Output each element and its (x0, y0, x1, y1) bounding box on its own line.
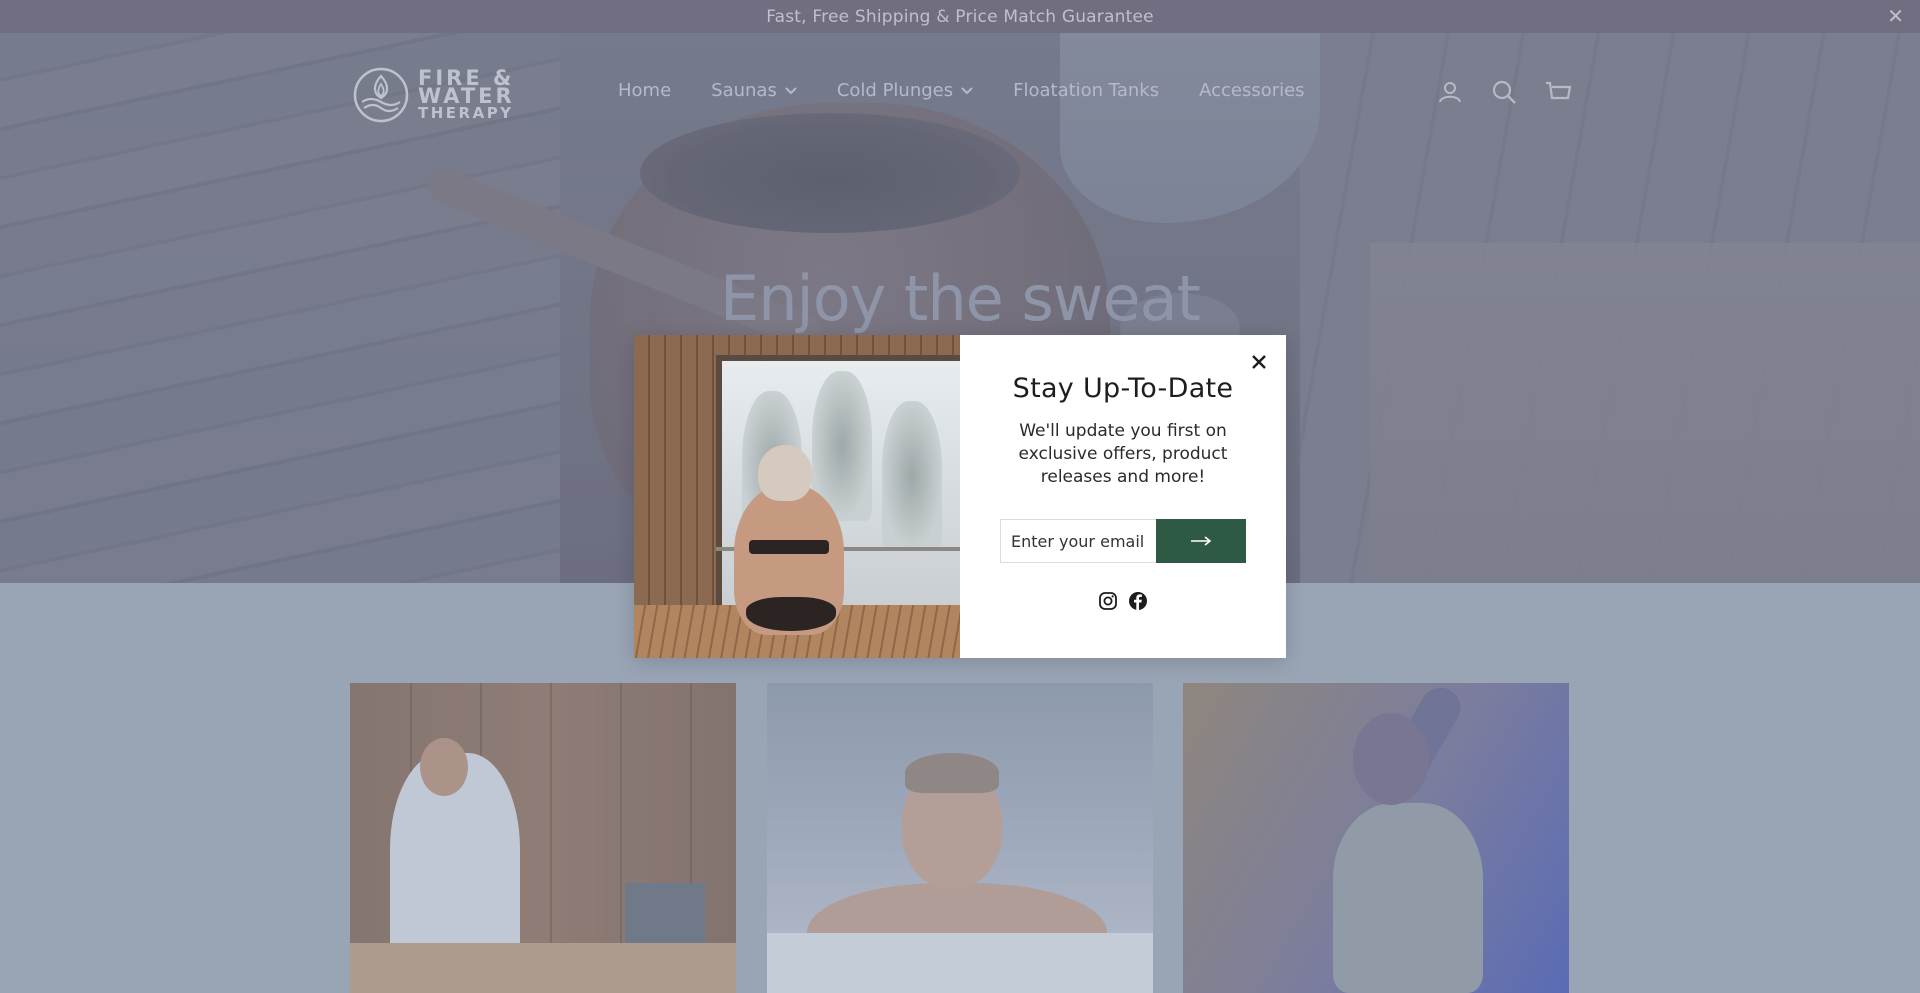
man-hair (905, 753, 999, 793)
chevron-down-icon (785, 86, 797, 94)
nav-item-floatation-tanks[interactable]: Floatation Tanks (1013, 80, 1159, 101)
water-flame-logo (353, 67, 409, 123)
arrow-right-icon (1191, 536, 1212, 546)
site-logo[interactable]: FIRE & WATER THERAPY (352, 66, 515, 124)
modal-content: Stay Up-To-Date We'll update you first o… (960, 335, 1286, 658)
ice-water (767, 933, 1153, 993)
brand-line-3: THERAPY (418, 104, 514, 122)
hero-title: Enjoy the sweat (720, 262, 1201, 335)
brand-line-2: WATER (418, 84, 515, 108)
chevron-down-icon (961, 86, 973, 94)
cart-icon[interactable] (1544, 78, 1572, 106)
nav-item-label: Saunas (711, 80, 777, 101)
email-input[interactable] (1000, 519, 1156, 563)
man-head (420, 738, 468, 796)
nav-item-home[interactable]: Home (618, 80, 671, 101)
nav-item-label: Accessories (1199, 80, 1305, 101)
bikini-bottom (746, 597, 836, 631)
modal-image (634, 335, 960, 658)
newsletter-modal: Stay Up-To-Date We'll update you first o… (634, 335, 1286, 658)
header-actions (1436, 78, 1572, 106)
woman-body (1333, 803, 1483, 993)
nav-item-accessories[interactable]: Accessories (1199, 80, 1305, 101)
nav-item-cold-plunges[interactable]: Cold Plunges (837, 80, 973, 101)
instagram-icon[interactable] (1098, 591, 1118, 611)
newsletter-form (1000, 519, 1246, 563)
knit-hat (758, 445, 812, 501)
nav-item-label: Cold Plunges (836, 80, 954, 101)
main-nav: Home Saunas Cold Plunges Floatation Tank… (618, 80, 1345, 101)
close-icon[interactable]: ✕ (1887, 5, 1904, 27)
announcement-bar: Fast, Free Shipping & Price Match Guaran… (0, 0, 1920, 33)
close-icon[interactable] (1248, 351, 1270, 373)
snowy-tree (882, 401, 942, 551)
bikini-top (749, 540, 829, 554)
nav-item-label: Floatation Tanks (1013, 80, 1160, 101)
modal-title: Stay Up-To-Date (1012, 373, 1234, 404)
account-icon[interactable] (1436, 78, 1464, 106)
nav-item-saunas[interactable]: Saunas (711, 80, 797, 101)
social-links (1098, 591, 1148, 611)
search-icon[interactable] (1490, 78, 1518, 106)
facebook-icon[interactable] (1128, 591, 1148, 611)
sauna-bench (350, 943, 736, 993)
category-card-floatation[interactable] (1183, 683, 1569, 993)
category-card-saunas[interactable] (350, 683, 736, 993)
category-card-cold-plunges[interactable] (767, 683, 1153, 993)
announcement-text: Fast, Free Shipping & Price Match Guaran… (766, 6, 1154, 27)
nav-item-label: Home (618, 80, 672, 101)
woman-head (1353, 713, 1429, 805)
modal-description: We'll update you first on exclusive offe… (1018, 421, 1228, 487)
brand-wordmark: FIRE & WATER THERAPY (418, 68, 515, 122)
subscribe-button[interactable] (1156, 519, 1246, 563)
